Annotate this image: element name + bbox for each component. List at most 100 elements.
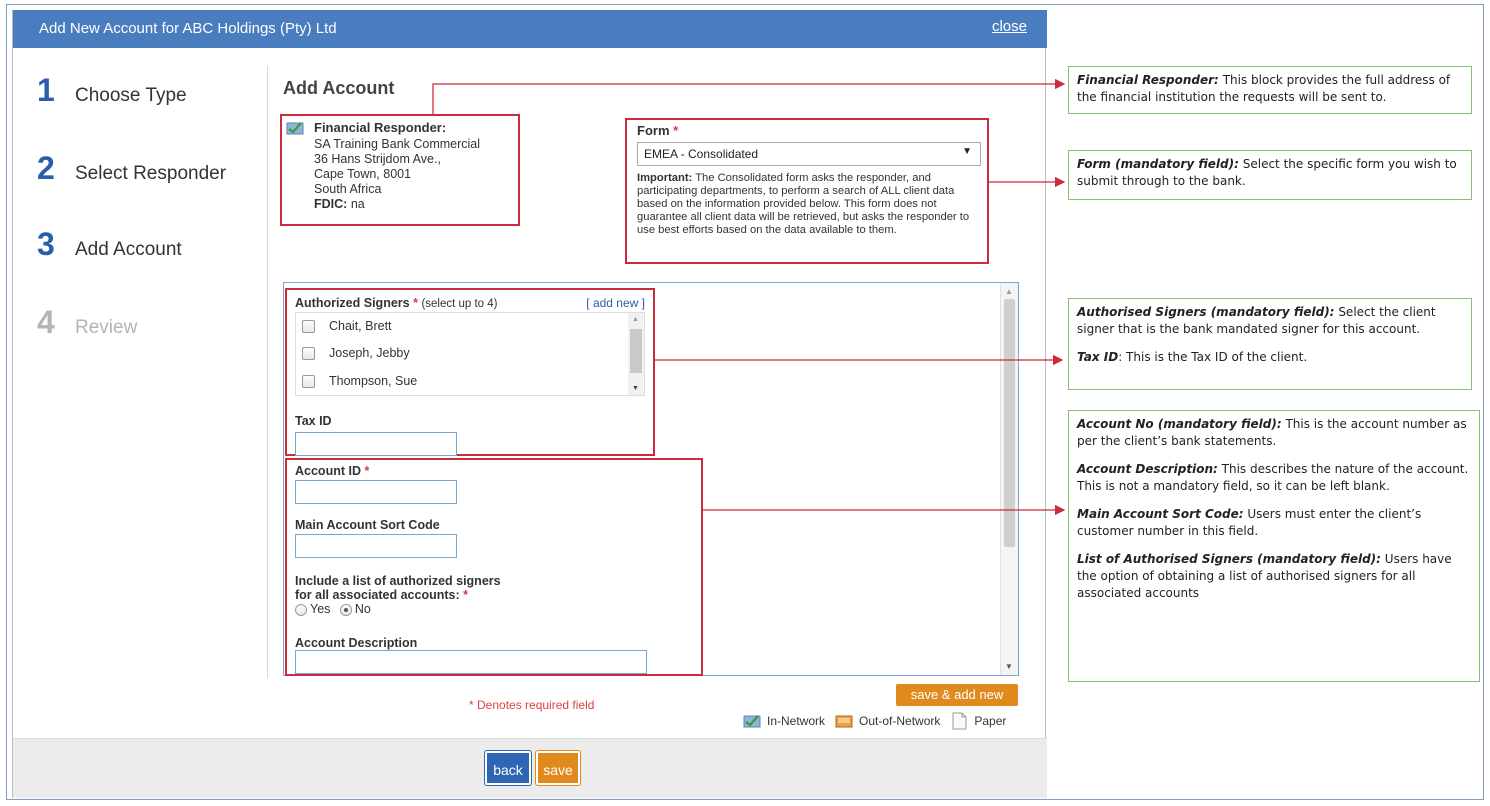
scroll-down-icon[interactable]: ▼	[632, 385, 639, 392]
callout-title: Account Description:	[1077, 462, 1218, 476]
callout-text: : This is the Tax ID of the client.	[1118, 350, 1308, 364]
account-fields-block: Account ID * Main Account Sort Code Incl…	[285, 458, 703, 676]
responder-fdic: FDIC: na	[314, 197, 365, 212]
dialog-footer: back save	[13, 738, 1047, 798]
save-button[interactable]: save	[536, 751, 580, 785]
scroll-up-icon[interactable]: ▲	[1005, 287, 1013, 296]
dialog-header: Add New Account for ABC Holdings (Pty) L…	[13, 10, 1047, 48]
fdic-label: FDIC:	[314, 197, 348, 211]
account-description-label: Account Description	[295, 636, 418, 650]
callout-paragraph: Account Description: This describes the …	[1077, 461, 1471, 495]
required-field-note: * Denotes required field	[469, 698, 595, 712]
scrollbar-thumb[interactable]	[1004, 299, 1015, 547]
step-select-responder[interactable]: 2 Select Responder	[37, 150, 226, 187]
form-select[interactable]: EMEA - Consolidated ▼	[637, 142, 981, 166]
back-button[interactable]: back	[485, 751, 531, 785]
scrollbar-thumb[interactable]	[630, 329, 642, 373]
step-label: Select Responder	[75, 163, 227, 184]
callout-form: Form (mandatory field): Select the speci…	[1068, 150, 1472, 200]
radio-no-label: No	[354, 602, 371, 616]
form-note: Important: The Consolidated form asks th…	[637, 172, 987, 237]
required-asterisk: *	[413, 296, 418, 310]
step-label: Choose Type	[75, 85, 187, 106]
list-item[interactable]: Thompson, Sue	[302, 374, 417, 388]
sort-code-input[interactable]	[295, 534, 457, 558]
radio-yes-label: Yes	[310, 602, 331, 616]
tax-id-input[interactable]	[295, 432, 457, 456]
list-item[interactable]: Chait, Brett	[302, 319, 392, 333]
signer-name: Joseph, Jebby	[329, 346, 410, 360]
list-item[interactable]: Joseph, Jebby	[302, 346, 410, 360]
callout-paragraph: Account No (mandatory field): This is th…	[1077, 416, 1471, 450]
network-legend: In-Network Out-of-Network Paper	[733, 712, 1006, 730]
tax-id-label: Tax ID	[295, 414, 332, 428]
fdic-value: na	[350, 197, 365, 211]
callout-title: Financial Responder:	[1077, 73, 1219, 87]
responder-address-line: 36 Hans Strijdom Ave.,	[314, 152, 441, 166]
step-label: Review	[75, 317, 138, 338]
form-selected-value: EMEA - Consolidated	[644, 147, 759, 161]
signers-label: Authorized Signers * (select up to 4)	[295, 296, 498, 310]
step-number: 2	[37, 150, 55, 186]
callout-account-fields: Account No (mandatory field): This is th…	[1068, 410, 1480, 682]
form-label: Form *	[637, 123, 678, 138]
radio-yes[interactable]	[295, 603, 307, 616]
include-signers-label-text: for all associated accounts:	[295, 588, 460, 602]
step-add-account[interactable]: 3 Add Account	[37, 226, 182, 263]
responder-address-line: Cape Town, 8001	[314, 167, 412, 181]
close-link[interactable]: close	[992, 18, 1027, 35]
responder-address-line: South Africa	[314, 182, 382, 196]
step-number: 3	[37, 226, 55, 262]
step-choose-type[interactable]: 1 Choose Type	[37, 72, 187, 109]
scroll-up-icon[interactable]: ▲	[632, 316, 639, 323]
form-block: Form * EMEA - Consolidated ▼ Important: …	[625, 118, 989, 264]
dropdown-arrow-icon: ▼	[962, 146, 972, 157]
required-asterisk: *	[673, 123, 679, 138]
signers-block: Authorized Signers * (select up to 4) [ …	[285, 288, 655, 456]
signer-name: Thompson, Sue	[329, 374, 418, 388]
callout-paragraph: Authorised Signers (mandatory field): Se…	[1077, 304, 1463, 338]
callout-title: Authorised Signers (mandatory field):	[1077, 305, 1335, 319]
account-id-label: Account ID *	[295, 464, 369, 478]
form-note-bold: Important:	[637, 172, 693, 184]
signer-checkbox[interactable]	[302, 319, 315, 333]
signers-list[interactable]: Chait, Brett Joseph, Jebby Thompson, Sue…	[295, 312, 645, 396]
signers-list-scrollbar[interactable]: ▲ ▼	[628, 313, 644, 395]
callout-title: Form (mandatory field):	[1077, 157, 1239, 171]
panel-scrollbar[interactable]: ▲ ▼	[1000, 283, 1018, 675]
scroll-down-icon[interactable]: ▼	[1005, 662, 1013, 671]
account-description-input[interactable]	[295, 650, 647, 674]
signer-checkbox[interactable]	[302, 374, 315, 388]
step-divider	[267, 66, 268, 678]
responder-address-line: SA Training Bank Commercial	[314, 137, 481, 151]
step-label: Add Account	[75, 239, 182, 260]
legend-in-network: In-Network	[767, 714, 826, 728]
add-new-signer-link[interactable]: [ add new ]	[586, 296, 645, 310]
callout-signers-taxid: Authorised Signers (mandatory field): Se…	[1068, 298, 1472, 390]
step-number: 1	[37, 72, 55, 108]
callout-paragraph: Tax ID: This is the Tax ID of the client…	[1077, 349, 1463, 366]
save-and-add-new-button[interactable]: save & add new	[896, 684, 1018, 706]
callout-title: Main Account Sort Code:	[1077, 507, 1244, 521]
signer-name: Chait, Brett	[329, 319, 392, 333]
callout-title: Tax ID	[1077, 350, 1119, 364]
account-id-input[interactable]	[295, 480, 457, 504]
add-account-dialog: Add New Account for ABC Holdings (Pty) L…	[12, 10, 1047, 798]
required-asterisk: *	[364, 464, 370, 478]
form-label-text: Form	[637, 123, 670, 138]
financial-responder-block: Financial Responder: SA Training Bank Co…	[280, 114, 520, 226]
signers-hint: (select up to 4)	[421, 298, 498, 310]
radio-no[interactable]	[339, 603, 352, 616]
page-title: Add Account	[283, 78, 395, 98]
signer-checkbox[interactable]	[302, 346, 315, 360]
include-signers-radio-group: Yes No	[295, 602, 371, 616]
in-network-icon	[286, 122, 304, 135]
dialog-title: Add New Account for ABC Holdings (Pty) L…	[39, 20, 337, 37]
signers-label-text: Authorized Signers	[295, 296, 410, 310]
required-asterisk: *	[463, 588, 468, 602]
legend-out-of-network: Out-of-Network	[859, 714, 941, 728]
sort-code-label: Main Account Sort Code	[295, 518, 440, 532]
out-of-network-icon	[835, 715, 853, 728]
step-review: 4 Review	[37, 304, 137, 341]
responder-label: Financial Responder:	[314, 120, 447, 135]
